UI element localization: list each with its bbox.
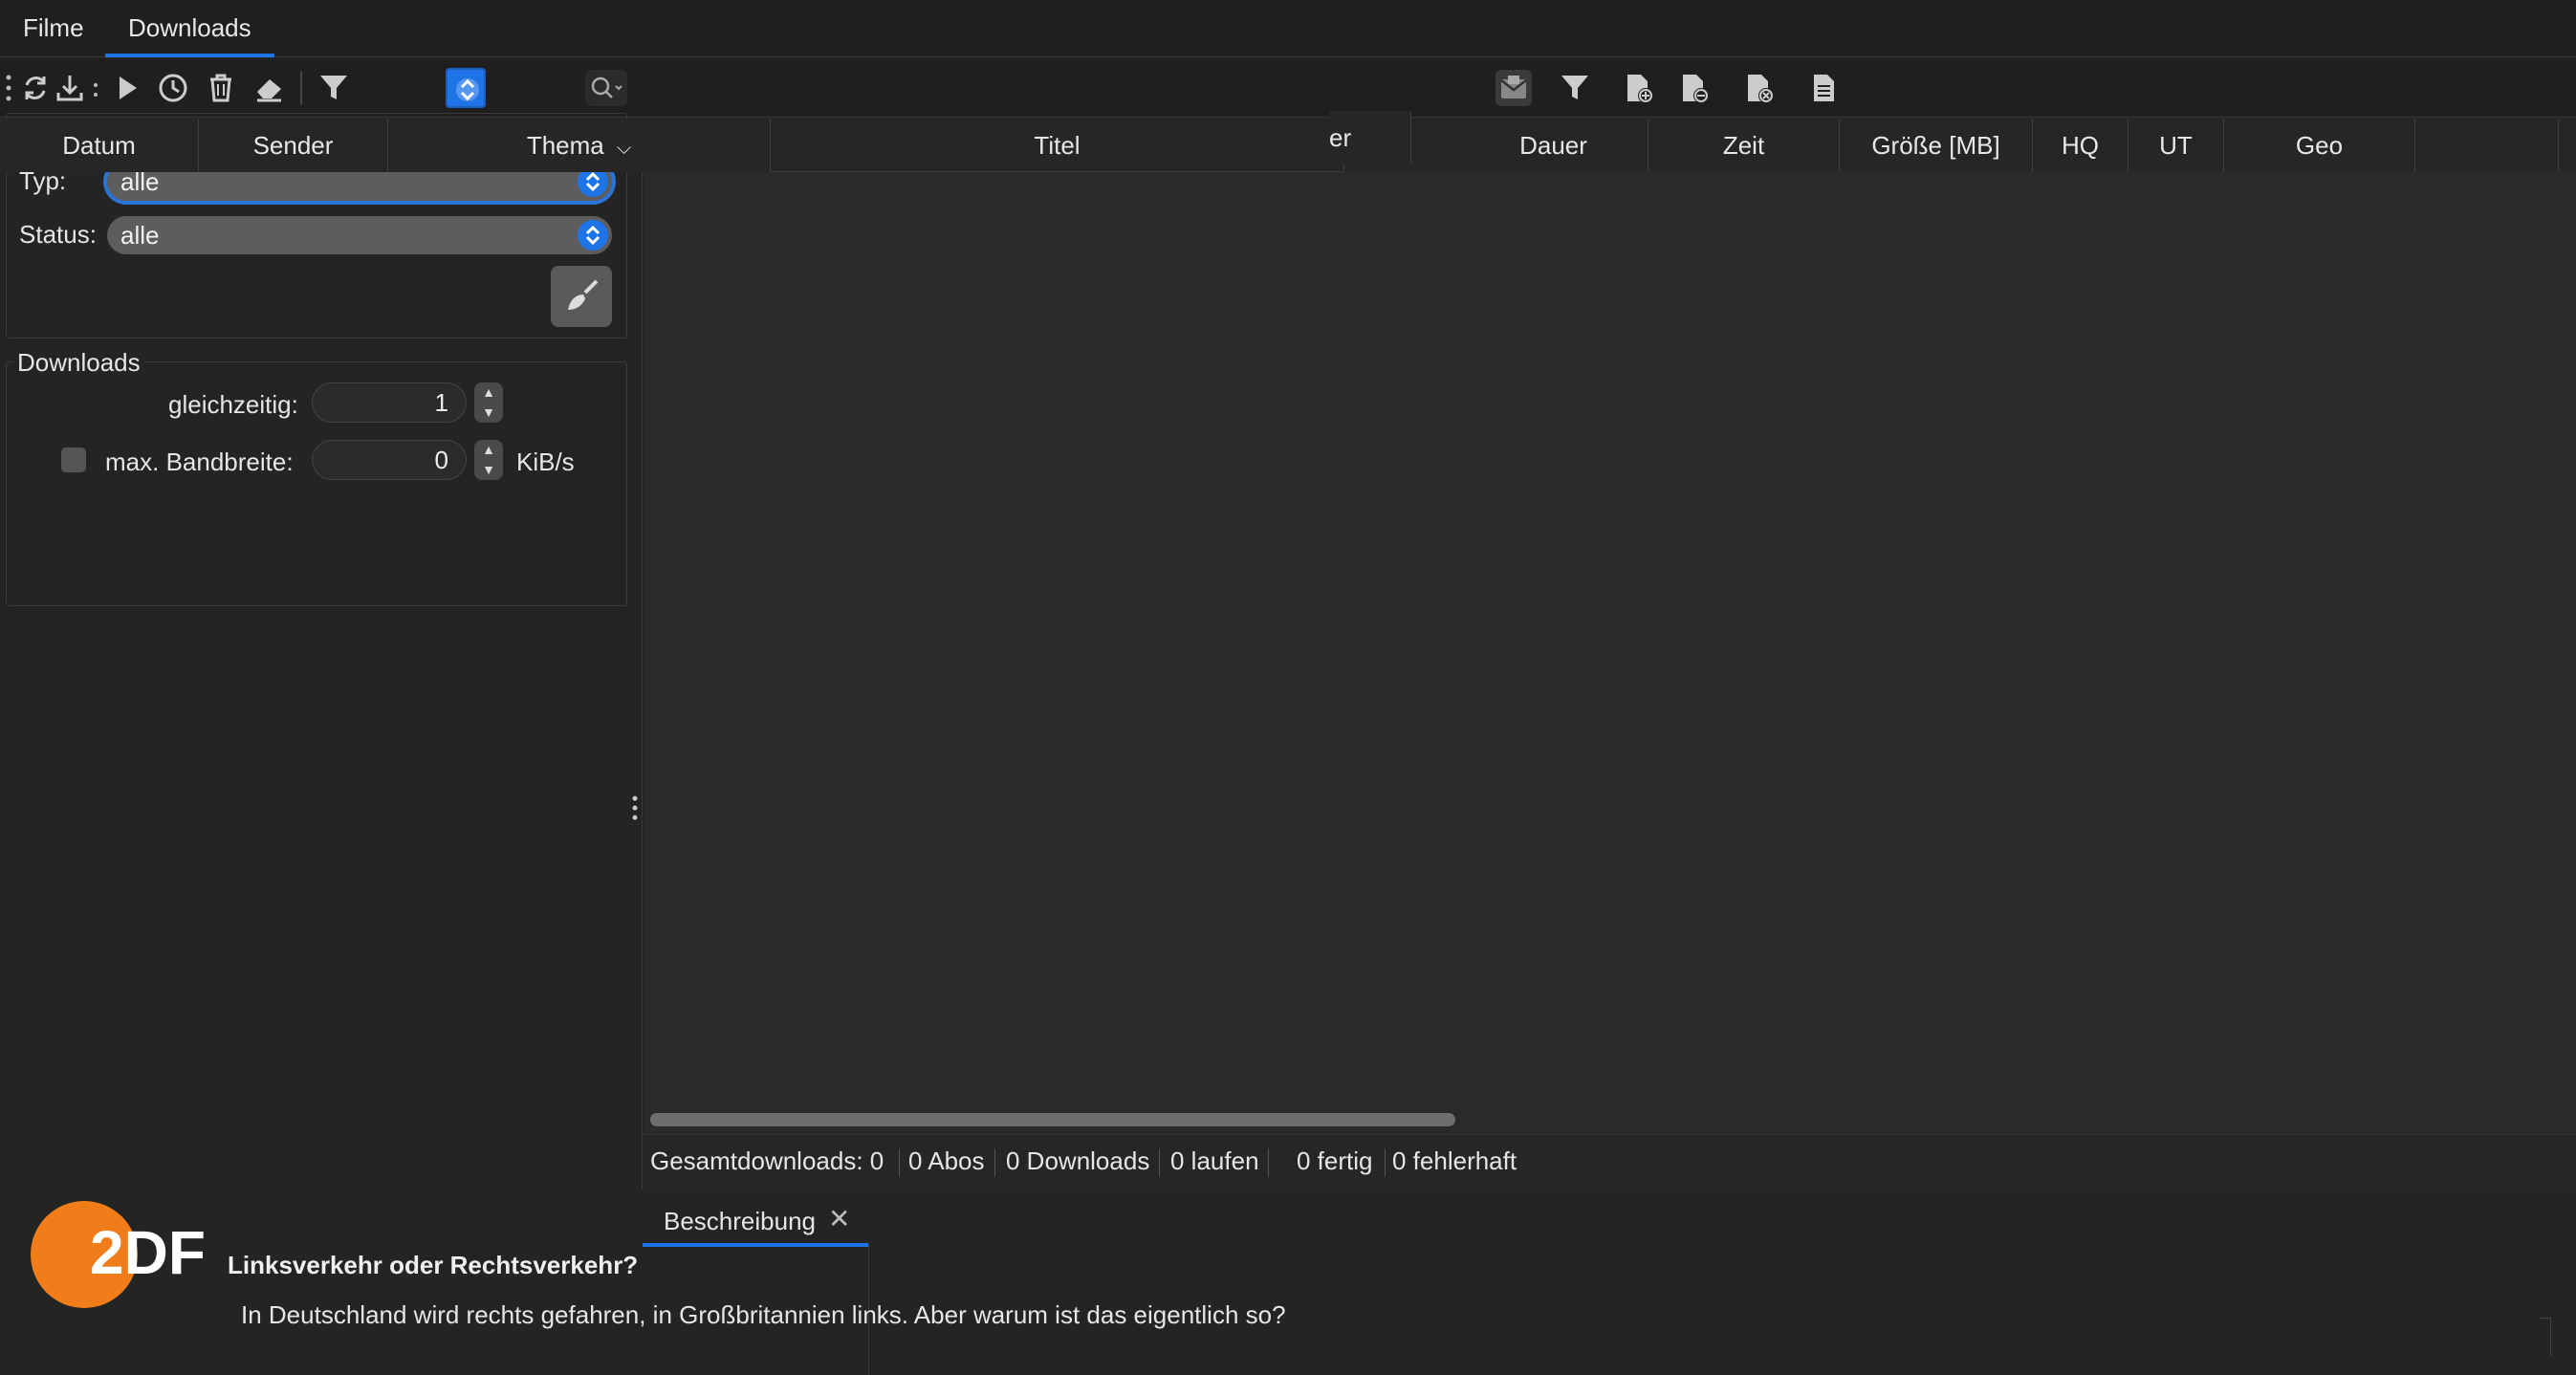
tab-filme[interactable]: Filme bbox=[23, 0, 84, 57]
tab-downloads[interactable]: Downloads bbox=[105, 0, 274, 57]
resize-corner bbox=[2540, 1318, 2551, 1356]
status-abos: 0 Abos bbox=[908, 1146, 985, 1175]
status-fertig: 0 fertig bbox=[1297, 1146, 1373, 1175]
bandbreite-stepper[interactable]: ▲ ▼ bbox=[474, 440, 503, 480]
bandbreite-checkbox[interactable] bbox=[61, 447, 86, 472]
status-divider bbox=[1385, 1148, 1386, 1177]
bandbreite-input[interactable]: 0 bbox=[312, 440, 467, 480]
tab-beschreibung[interactable]: Beschreibung ✕ bbox=[643, 1195, 868, 1247]
description-title: Linksverkehr oder Rechtsverkehr? bbox=[228, 1251, 639, 1279]
remove-file-icon[interactable] bbox=[1675, 70, 1712, 106]
chevron-updown-icon bbox=[578, 220, 608, 251]
chevron-down-icon[interactable]: ▼ bbox=[474, 460, 503, 480]
column-thema-label: Thema bbox=[526, 131, 604, 160]
status-label: Status: bbox=[19, 220, 97, 249]
bandbreite-unit: KiB/s bbox=[516, 447, 575, 476]
column-groesse[interactable]: Größe [MB] bbox=[1840, 119, 2033, 172]
gleichzeitig-stepper[interactable]: ▲ ▼ bbox=[474, 382, 503, 423]
status-select-value: alle bbox=[120, 221, 160, 250]
brush-icon bbox=[568, 279, 599, 310]
chevron-updown-icon bbox=[456, 78, 479, 101]
document-icon[interactable] bbox=[1805, 70, 1842, 106]
column-dauer[interactable]: Dauer bbox=[1459, 119, 1648, 172]
column-datum[interactable]: Datum bbox=[0, 119, 199, 172]
bandbreite-label: max. Bandbreite: bbox=[105, 447, 294, 476]
download-icon[interactable] bbox=[52, 70, 88, 106]
downloads-group-title: Downloads bbox=[13, 348, 144, 378]
column-geo[interactable]: Geo bbox=[2224, 119, 2415, 172]
downloads-table[interactable] bbox=[644, 172, 2576, 1132]
status-bar: Gesamtdownloads: 0 0 Abos 0 Downloads 0 … bbox=[644, 1134, 2576, 1188]
tab-beschreibung-label: Beschreibung bbox=[664, 1207, 816, 1235]
status-divider bbox=[994, 1148, 995, 1177]
splitter-handle-icon[interactable] bbox=[631, 794, 639, 822]
add-file-icon[interactable] bbox=[1620, 70, 1656, 106]
status-gesamt: Gesamtdownloads: 0 bbox=[650, 1146, 884, 1175]
chevron-up-icon[interactable]: ▲ bbox=[474, 382, 503, 403]
left-filter-panel: Typ: alle Status: alle Downloads gleichz… bbox=[0, 113, 643, 1199]
filter-icon[interactable] bbox=[316, 70, 352, 106]
search-field-button[interactable] bbox=[585, 70, 627, 106]
column-sender[interactable]: Sender bbox=[199, 119, 388, 172]
main-tab-bar: Filme Downloads bbox=[0, 0, 2576, 57]
trash-icon[interactable] bbox=[203, 70, 239, 106]
column-hq[interactable]: HQ bbox=[2033, 119, 2128, 172]
refresh-icon[interactable] bbox=[17, 70, 54, 106]
zdf-logo-text: 2DF bbox=[90, 1218, 206, 1287]
status-divider bbox=[1159, 1148, 1160, 1177]
table-column-header: Datum Sender Thema ⌵ Titel er Dauer Zeit… bbox=[0, 111, 2576, 172]
search-icon bbox=[591, 76, 622, 98]
status-laufen: 0 laufen bbox=[1170, 1146, 1259, 1175]
column-empty[interactable] bbox=[2415, 119, 2559, 172]
clear-filter-button[interactable] bbox=[551, 266, 612, 327]
column-zeit[interactable]: Zeit bbox=[1648, 119, 1840, 172]
eraser-icon[interactable] bbox=[251, 70, 287, 106]
gleichzeitig-input[interactable]: 1 bbox=[312, 382, 467, 423]
column-ut[interactable]: UT bbox=[2128, 119, 2224, 172]
toolbar bbox=[0, 58, 2576, 118]
toolbar-overflow-icon[interactable] bbox=[94, 77, 98, 97]
mail-icon[interactable] bbox=[1495, 70, 1532, 106]
column-titel[interactable]: Titel bbox=[771, 119, 1344, 172]
status-fehlerhaft: 0 fehlerhaft bbox=[1392, 1146, 1517, 1175]
gleichzeitig-label: gleichzeitig: bbox=[168, 390, 298, 419]
delete-file-icon[interactable] bbox=[1740, 70, 1777, 106]
play-icon[interactable] bbox=[109, 70, 145, 106]
filter-selector-button[interactable] bbox=[446, 68, 486, 108]
description-text: In Deutschland wird rechts gefahren, in … bbox=[241, 1300, 1286, 1329]
clock-icon[interactable] bbox=[155, 70, 191, 106]
column-partial[interactable]: er bbox=[1329, 111, 1411, 164]
status-select[interactable]: alle bbox=[107, 216, 612, 254]
description-panel bbox=[0, 1189, 2576, 1375]
chevron-up-icon[interactable]: ▲ bbox=[474, 440, 503, 460]
filter-icon[interactable] bbox=[1557, 70, 1593, 106]
close-icon[interactable]: ✕ bbox=[828, 1203, 850, 1234]
status-divider bbox=[1268, 1148, 1269, 1177]
toolbar-grip-icon[interactable] bbox=[6, 72, 11, 104]
horizontal-scrollbar[interactable] bbox=[650, 1113, 1455, 1126]
chevron-down-icon[interactable]: ▼ bbox=[474, 403, 503, 423]
zdf-logo: 2DF bbox=[31, 1201, 216, 1308]
toolbar-divider bbox=[300, 72, 302, 104]
status-downloads: 0 Downloads bbox=[1006, 1146, 1150, 1175]
status-divider bbox=[899, 1148, 900, 1177]
chevron-down-icon: ⌵ bbox=[616, 138, 632, 159]
column-thema[interactable]: Thema ⌵ bbox=[388, 119, 771, 172]
